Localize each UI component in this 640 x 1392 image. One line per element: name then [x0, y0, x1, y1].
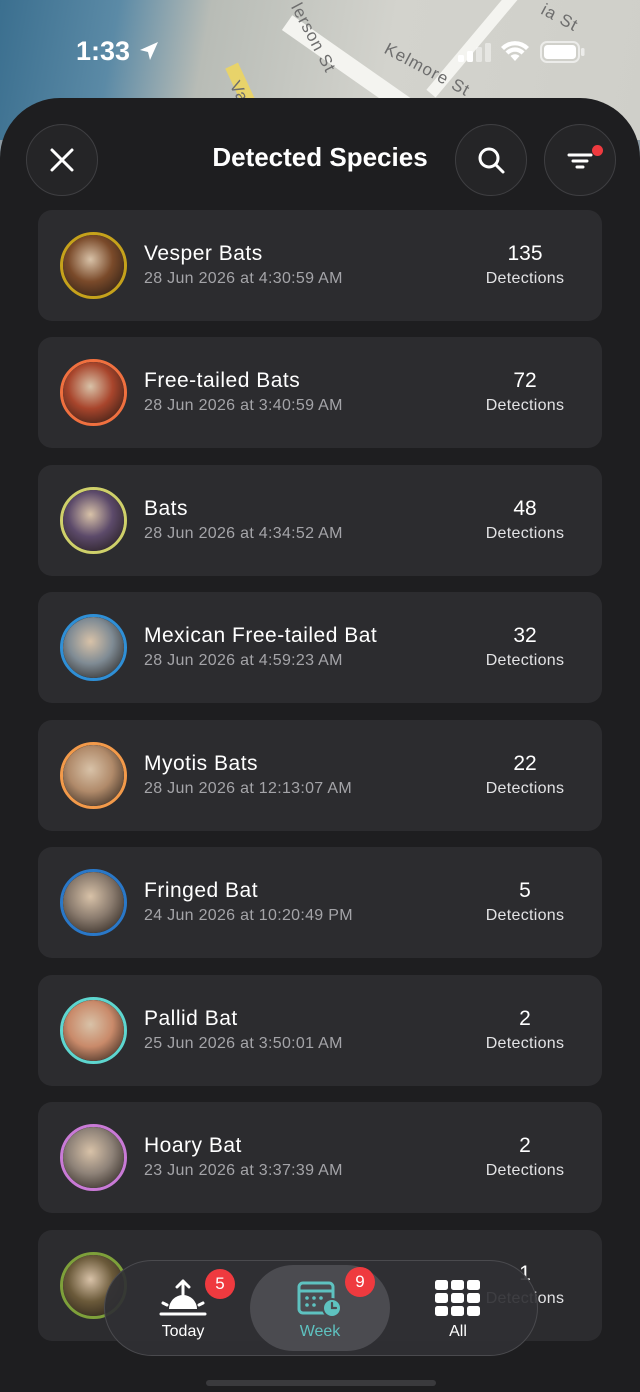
bottom-tab-bar: 5 Today 9 Week All: [104, 1260, 538, 1356]
detections-label: Detections: [485, 907, 565, 924]
species-last-detected: 28 Jun 2026 at 3:40:59 AM: [144, 397, 343, 414]
detection-count: 135: [507, 242, 543, 265]
detection-count: 22: [513, 752, 537, 775]
species-last-detected: 28 Jun 2026 at 4:59:23 AM: [144, 652, 343, 669]
tab-label: Week: [299, 1323, 341, 1340]
wifi-icon: [501, 41, 529, 61]
search-button[interactable]: [455, 124, 527, 196]
detected-species-sheet: Detected Species Vesper Bats 28 Jun 2026…: [0, 98, 640, 1392]
species-name: Bats: [144, 497, 189, 520]
detections-label: Detections: [485, 1162, 565, 1179]
grid-icon: [435, 1280, 480, 1316]
species-name: Myotis Bats: [144, 752, 259, 775]
detection-count: 72: [513, 369, 537, 392]
detection-count: 48: [513, 497, 537, 520]
species-name: Hoary Bat: [144, 1134, 242, 1157]
species-avatar: [60, 1124, 127, 1191]
filter-icon: [567, 153, 593, 169]
detection-count: 2: [519, 1134, 531, 1157]
species-card[interactable]: Bats 28 Jun 2026 at 4:34:52 AM 48 Detect…: [38, 465, 602, 576]
species-last-detected: 28 Jun 2026 at 4:34:52 AM: [144, 525, 343, 542]
cellular-signal-icon: [458, 43, 491, 62]
species-avatar: [60, 869, 127, 936]
status-bar: 1:33: [0, 0, 640, 100]
species-name: Fringed Bat: [144, 879, 259, 902]
species-last-detected: 24 Jun 2026 at 10:20:49 PM: [144, 907, 353, 924]
status-time: 1:33: [76, 36, 131, 66]
detections-label: Detections: [485, 525, 565, 542]
tab-badge: 9: [345, 1267, 375, 1297]
species-avatar: [60, 614, 127, 681]
species-last-detected: 28 Jun 2026 at 12:13:07 AM: [144, 780, 352, 797]
detections-label: Detections: [485, 780, 565, 797]
species-name: Pallid Bat: [144, 1007, 238, 1030]
species-card[interactable]: Mexican Free-tailed Bat 28 Jun 2026 at 4…: [38, 592, 602, 703]
species-card[interactable]: Myotis Bats 28 Jun 2026 at 12:13:07 AM 2…: [38, 720, 602, 831]
tab-today[interactable]: 5 Today: [113, 1265, 253, 1351]
species-name: Mexican Free-tailed Bat: [144, 624, 378, 647]
filter-active-dot: [592, 145, 603, 156]
tab-week[interactable]: 9 Week: [250, 1265, 390, 1351]
tab-all[interactable]: All: [388, 1265, 528, 1351]
species-avatar: [60, 232, 127, 299]
detection-count: 5: [519, 879, 531, 902]
species-card[interactable]: Fringed Bat 24 Jun 2026 at 10:20:49 PM 5…: [38, 847, 602, 958]
calendar-clock-icon: [297, 1281, 342, 1318]
species-last-detected: 23 Jun 2026 at 3:37:39 AM: [144, 1162, 343, 1179]
detections-label: Detections: [485, 1035, 565, 1052]
detection-count: 2: [519, 1007, 531, 1030]
sunrise-icon: [159, 1279, 207, 1316]
sheet-header: Detected Species: [0, 98, 640, 208]
species-avatar: [60, 487, 127, 554]
battery-icon: [540, 41, 585, 63]
search-icon: [478, 147, 505, 174]
species-card[interactable]: Pallid Bat 25 Jun 2026 at 3:50:01 AM 2 D…: [38, 975, 602, 1086]
species-name: Vesper Bats: [144, 242, 263, 265]
tab-badge: 5: [205, 1269, 235, 1299]
species-last-detected: 25 Jun 2026 at 3:50:01 AM: [144, 1035, 343, 1052]
home-indicator: [206, 1380, 436, 1386]
tab-label: All: [449, 1323, 467, 1340]
species-last-detected: 28 Jun 2026 at 4:30:59 AM: [144, 270, 343, 287]
location-arrow-icon: [140, 42, 158, 60]
species-name: Free-tailed Bats: [144, 369, 301, 392]
detections-label: Detections: [485, 270, 565, 287]
species-avatar: [60, 359, 127, 426]
species-card[interactable]: Free-tailed Bats 28 Jun 2026 at 3:40:59 …: [38, 337, 602, 448]
detections-label: Detections: [485, 652, 565, 669]
filter-button[interactable]: [544, 124, 616, 196]
detection-count: 32: [513, 624, 537, 647]
species-card[interactable]: Vesper Bats 28 Jun 2026 at 4:30:59 AM 13…: [38, 210, 602, 321]
species-avatar: [60, 997, 127, 1064]
tab-label: Today: [161, 1323, 205, 1340]
species-card[interactable]: Hoary Bat 23 Jun 2026 at 3:37:39 AM 2 De…: [38, 1102, 602, 1213]
species-avatar: [60, 742, 127, 809]
detections-label: Detections: [485, 397, 565, 414]
